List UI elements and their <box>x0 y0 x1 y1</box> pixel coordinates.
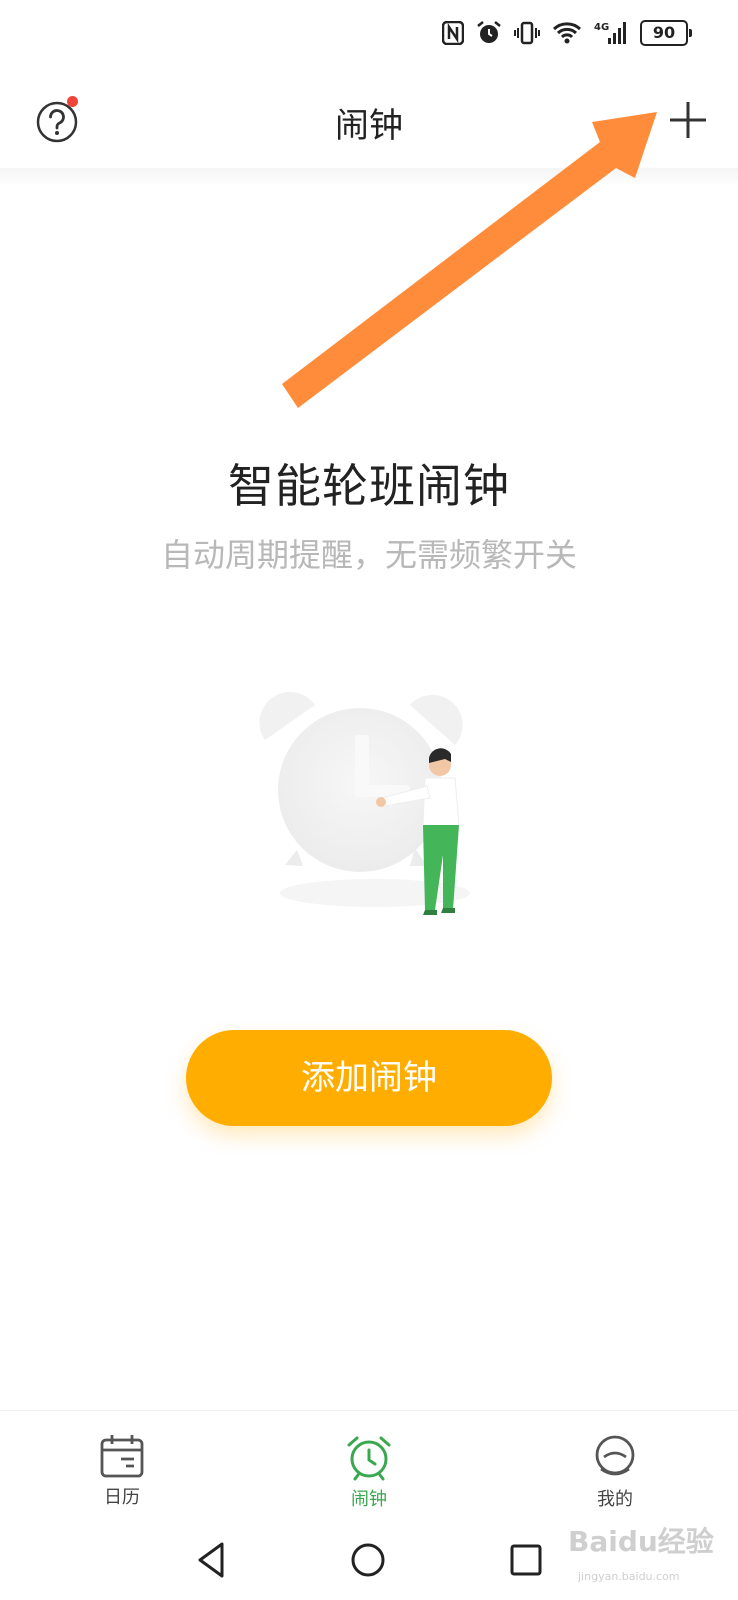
nav-label-calendar: 日历 <box>104 1487 140 1508</box>
svg-text:4G: 4G <box>594 22 609 33</box>
page-title: 闹钟 <box>335 106 403 146</box>
nav-label-profile: 我的 <box>597 1489 633 1510</box>
home-button[interactable] <box>346 1538 390 1582</box>
wifi-icon <box>552 21 582 45</box>
nav-item-alarm[interactable]: 闹钟 <box>289 1411 449 1521</box>
status-bar: 4G 90 <box>0 0 738 70</box>
signal-icon: 4G <box>594 20 628 46</box>
watermark-url: jingyan.baidu.com <box>578 1570 680 1583</box>
calendar-icon <box>100 1435 144 1478</box>
empty-state-title: 智能轮班闹钟 <box>228 459 510 513</box>
header-divider <box>0 168 738 186</box>
vibrate-icon <box>514 20 540 46</box>
alarm-clock-icon <box>347 1436 391 1481</box>
alarm-status-icon <box>476 20 502 46</box>
nav-label-alarm: 闹钟 <box>351 1489 387 1510</box>
status-icons: 4G 90 <box>442 20 692 46</box>
app-header: 闹钟 <box>0 80 738 168</box>
alarm-clock-person-illustration <box>259 691 470 915</box>
add-alarm-plus-button[interactable] <box>668 100 708 140</box>
watermark-brand: Baidu经验 <box>568 1525 714 1558</box>
nav-item-calendar[interactable]: 日历 <box>42 1411 202 1521</box>
nfc-icon <box>442 21 464 45</box>
plus-icon <box>670 102 706 138</box>
add-alarm-button[interactable]: 添加闹钟 <box>186 1030 552 1126</box>
home-icon <box>351 1543 385 1577</box>
recents-icon <box>510 1544 542 1576</box>
battery-indicator: 90 <box>640 20 692 46</box>
bottom-nav: 日历 闹钟 我的 <box>0 1410 738 1521</box>
baidu-watermark: Baidu经验 jingyan.baidu.com <box>568 1520 728 1600</box>
recents-button[interactable] <box>504 1538 548 1582</box>
nav-item-profile[interactable]: 我的 <box>535 1411 695 1521</box>
empty-state-subtitle: 自动周期提醒，无需频繁开关 <box>160 536 577 574</box>
back-button[interactable] <box>190 1538 234 1582</box>
profile-icon <box>595 1435 635 1476</box>
back-icon <box>198 1542 224 1578</box>
